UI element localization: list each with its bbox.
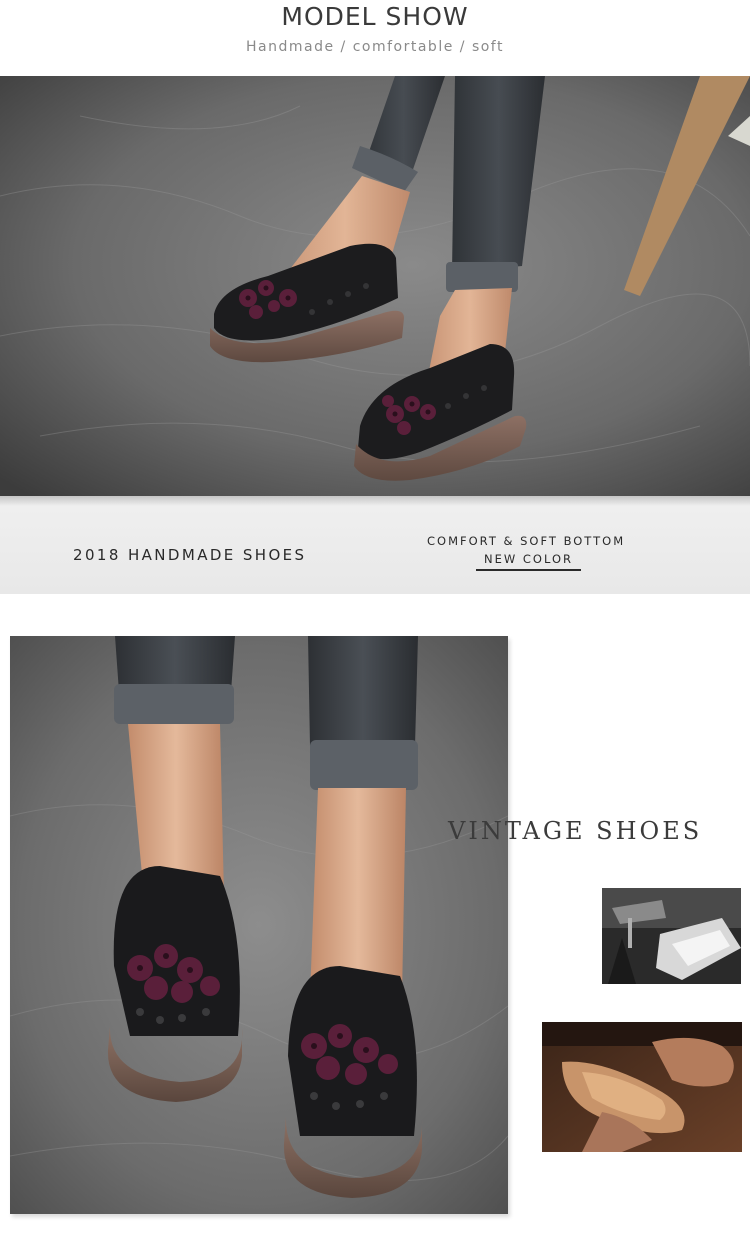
page-title: MODEL SHOW	[281, 2, 469, 31]
banner-new-color: NEW COLOR	[476, 552, 582, 571]
banner-shadow	[0, 496, 750, 506]
craft-photo-sewing	[602, 888, 741, 984]
banner-headline: 2018 HANDMADE SHOES	[73, 546, 307, 564]
model-photo-side-view	[0, 76, 750, 496]
section-heading-vintage: VINTAGE SHOES	[448, 817, 703, 845]
promo-banner	[0, 496, 750, 594]
craft-photo-leather	[542, 1022, 742, 1152]
model-photo-front-view	[10, 636, 508, 1214]
header: MODEL SHOW Handmade / comfortable / soft	[0, 0, 750, 76]
banner-tagline: COMFORT & SOFT BOTTOM	[427, 534, 626, 548]
page-subtitle: Handmade / comfortable / soft	[246, 39, 504, 55]
